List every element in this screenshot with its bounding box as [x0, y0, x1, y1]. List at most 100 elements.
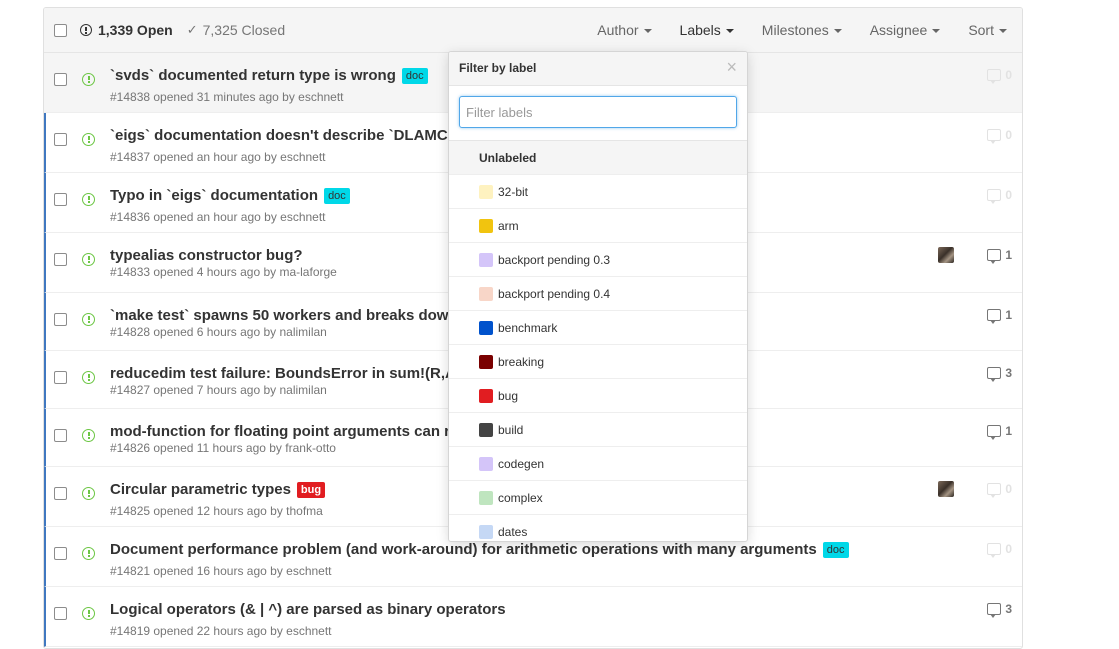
assignee-avatar[interactable]: [938, 247, 954, 263]
comment-count: 0: [1005, 188, 1012, 202]
issue-title: Document performance problem (and work-a…: [110, 541, 817, 558]
label-item-codegen[interactable]: codegen: [449, 447, 747, 481]
label-item-backport-pending-0-3[interactable]: backport pending 0.3: [449, 243, 747, 277]
issue-title-link[interactable]: `make test` spawns 50 workers and breaks…: [110, 307, 448, 324]
issue-label-badge[interactable]: doc: [401, 67, 428, 84]
issue-label-badge[interactable]: bug: [296, 481, 326, 498]
issue-checkbox[interactable]: [54, 429, 67, 442]
comment-count-link[interactable]: 3: [987, 366, 1012, 382]
issue-checkbox[interactable]: [54, 547, 67, 560]
label-item-benchmark[interactable]: benchmark: [449, 311, 747, 345]
issue-checkbox[interactable]: [54, 133, 67, 146]
issue-checkbox[interactable]: [54, 607, 67, 620]
select-all-checkbox[interactable]: [54, 24, 67, 37]
issue-meta: #14838 opened 31 minutes ago by eschnett: [110, 90, 344, 104]
label-item-32-bit[interactable]: 32-bit: [449, 175, 747, 209]
comment-icon: [987, 543, 1002, 558]
issue-title-link[interactable]: typealias constructor bug?: [110, 247, 303, 264]
comment-count-link[interactable]: 1: [987, 248, 1012, 264]
comment-count: 0: [1005, 482, 1012, 496]
issue-title-link[interactable]: Logical operators (& | ^) are parsed as …: [110, 601, 506, 618]
label-item-name: 32-bit: [498, 185, 529, 199]
label-item-name: codegen: [498, 457, 545, 471]
label-color-swatch: [479, 219, 493, 233]
issue-meta: #14827 opened 7 hours ago by nalimilan: [110, 383, 327, 397]
label-item-name: dates: [498, 525, 528, 539]
label-item-complex[interactable]: complex: [449, 481, 747, 515]
comment-icon: [987, 603, 1002, 618]
issue-title-link[interactable]: `svds` documented return type is wrong d…: [110, 67, 428, 84]
comment-count-link[interactable]: 1: [987, 308, 1012, 324]
label-color-swatch: [479, 491, 493, 505]
chevron-down-icon: [643, 29, 652, 33]
label-color-swatch: [479, 423, 493, 437]
label-item-dates[interactable]: dates: [449, 515, 747, 541]
label-color-swatch: [479, 321, 493, 335]
label-item-build[interactable]: build: [449, 413, 747, 447]
label-item-bug[interactable]: bug: [449, 379, 747, 413]
assignee-avatar[interactable]: [938, 481, 954, 497]
label-item-arm[interactable]: arm: [449, 209, 747, 243]
issue-opened-icon: [82, 253, 95, 266]
label-item-breaking[interactable]: breaking: [449, 345, 747, 379]
comment-icon: [987, 69, 1002, 84]
state-filters: 1,339 Open ✓ 7,325 Closed: [80, 22, 285, 38]
issue-checkbox[interactable]: [54, 193, 67, 206]
comment-count: 1: [1005, 248, 1012, 262]
check-icon: ✓: [186, 22, 198, 37]
issue-title: Logical operators (& | ^) are parsed as …: [110, 601, 506, 618]
issue-title-link[interactable]: Typo in `eigs` documentation doc: [110, 187, 350, 204]
issue-opened-icon: [82, 547, 95, 560]
comment-count-link[interactable]: 0: [987, 188, 1012, 204]
issue-title-link[interactable]: `eigs` documentation doesn't describe `D…: [110, 127, 448, 144]
label-item-name: bug: [498, 389, 519, 403]
issue-title: mod-function for floating point argument…: [110, 423, 450, 440]
sort-filter[interactable]: Sort: [968, 22, 1007, 38]
comment-count-link[interactable]: 0: [987, 128, 1012, 144]
issue-checkbox[interactable]: [54, 313, 67, 326]
milestones-filter[interactable]: Milestones: [762, 22, 842, 38]
label-item-name: backport pending 0.3: [498, 253, 611, 267]
label-filter-input[interactable]: [459, 96, 737, 128]
issue-title-link[interactable]: Document performance problem (and work-a…: [110, 541, 849, 558]
issue-label-badge[interactable]: doc: [822, 541, 849, 558]
issue-checkbox[interactable]: [54, 73, 67, 86]
comment-count: 0: [1005, 542, 1012, 556]
labels-filter-label: Labels: [679, 22, 721, 38]
label-item-name: breaking: [498, 355, 545, 369]
issue-title-link[interactable]: mod-function for floating point argument…: [110, 423, 450, 440]
close-icon[interactable]: ×: [726, 58, 737, 76]
issue-opened-icon: [82, 607, 95, 620]
closed-issues-link[interactable]: ✓ 7,325 Closed: [187, 22, 285, 38]
comment-count-link[interactable]: 1: [987, 424, 1012, 440]
comment-count-link[interactable]: 0: [987, 68, 1012, 84]
comment-count-link[interactable]: 0: [987, 482, 1012, 498]
issue-title: `eigs` documentation doesn't describe `D…: [110, 127, 448, 144]
comment-count-link[interactable]: 3: [987, 602, 1012, 618]
issue-title-link[interactable]: Circular parametric types bug: [110, 481, 326, 498]
label-item-name: build: [498, 423, 524, 437]
issue-row[interactable]: Logical operators (& | ^) are parsed as …: [44, 587, 1022, 647]
milestones-filter-label: Milestones: [761, 22, 829, 38]
comment-count: 1: [1005, 424, 1012, 438]
author-filter[interactable]: Author: [597, 22, 652, 38]
issues-list-header: 1,339 Open ✓ 7,325 Closed Author Labels …: [44, 8, 1022, 53]
labels-filter[interactable]: Labels: [680, 22, 734, 38]
label-item-backport-pending-0-4[interactable]: backport pending 0.4: [449, 277, 747, 311]
assignee-filter[interactable]: Assignee: [870, 22, 941, 38]
label-menu-title: Filter by label: [459, 61, 537, 75]
comment-count-link[interactable]: 0: [987, 542, 1012, 558]
issue-meta: #14819 opened 22 hours ago by eschnett: [110, 624, 332, 638]
issue-opened-icon: [82, 429, 95, 442]
label-item-unlabeled[interactable]: Unlabeled: [449, 141, 747, 175]
author-filter-label: Author: [597, 22, 639, 38]
issue-checkbox[interactable]: [54, 487, 67, 500]
issue-title: `svds` documented return type is wrong: [110, 67, 396, 84]
issue-label-badge[interactable]: doc: [324, 187, 350, 204]
open-issues-link[interactable]: 1,339 Open: [80, 22, 173, 38]
chevron-down-icon: [999, 29, 1007, 33]
comment-count: 3: [1005, 366, 1012, 380]
issue-title-link[interactable]: reducedim test failure: BoundsError in s…: [110, 365, 456, 382]
issue-checkbox[interactable]: [54, 371, 67, 384]
issue-checkbox[interactable]: [54, 253, 67, 266]
